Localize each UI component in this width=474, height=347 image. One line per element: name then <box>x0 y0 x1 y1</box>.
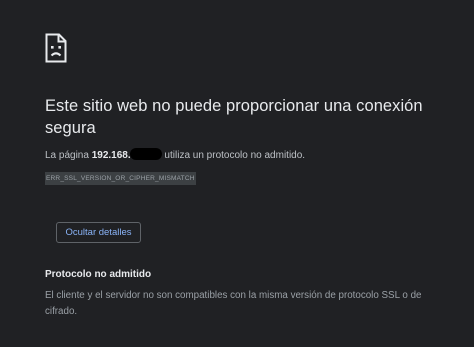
host-address: 192.168. <box>91 150 131 161</box>
redaction-mark <box>129 148 162 160</box>
error-message: La página 192.168. utiliza un protocolo … <box>45 148 305 163</box>
message-suffix: utiliza un protocolo no admitido. <box>161 150 306 161</box>
details-text: El cliente y el servidor no son compatib… <box>45 290 422 317</box>
error-code[interactable]: ERR_SSL_VERSION_OR_CIPHER_MISMATCH <box>45 172 196 185</box>
message-prefix: La página <box>45 150 92 161</box>
sad-page-icon <box>45 33 67 63</box>
error-page: Este sitio web no puede proporcionar una… <box>0 0 474 347</box>
details-heading: Protocolo no admitido <box>45 269 152 280</box>
page-title: Este sitio web no puede proporcionar una… <box>45 97 423 137</box>
hide-details-button[interactable]: Ocultar detalles <box>56 222 141 243</box>
